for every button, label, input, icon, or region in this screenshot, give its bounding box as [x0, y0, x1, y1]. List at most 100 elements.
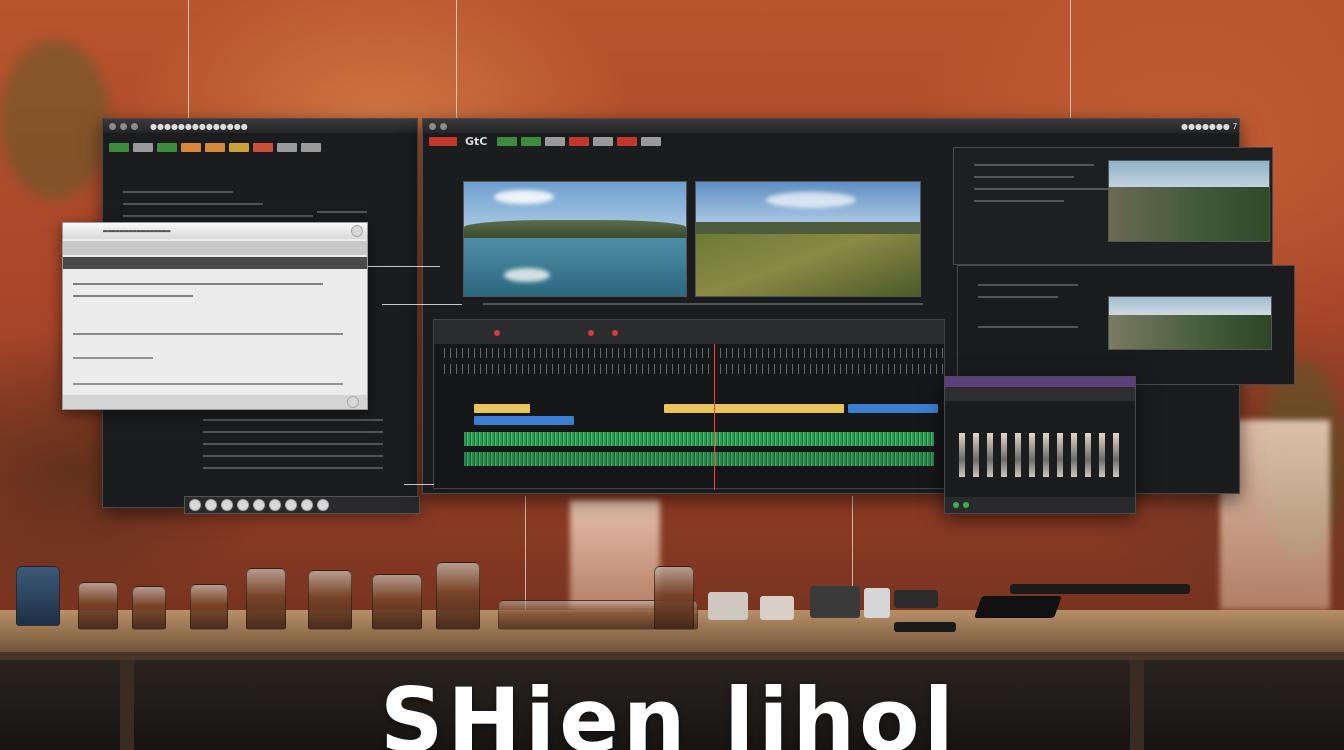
record-indicator — [612, 330, 618, 336]
floating-dialog[interactable]: ▬▬▬▬▬▬▬▬▬▬▬▬▬▬▬▬ — [62, 222, 368, 410]
channel-strip[interactable] — [1057, 433, 1063, 477]
connector-line — [382, 304, 462, 305]
secondary-viewer-panel — [953, 147, 1273, 265]
channel-strip[interactable] — [1071, 433, 1077, 477]
toolbar-button[interactable] — [617, 137, 638, 146]
channel-strip[interactable] — [1015, 433, 1021, 477]
dialog-action-button[interactable] — [347, 396, 359, 408]
video-clip[interactable] — [848, 404, 938, 413]
transport-button[interactable] — [205, 499, 217, 511]
jar — [246, 568, 286, 630]
transport-button[interactable] — [285, 499, 297, 511]
video-clip[interactable] — [664, 404, 844, 413]
toolbar-button[interactable] — [569, 137, 590, 146]
main-window-titlebar: ●●●●●●● 7 — [423, 119, 1239, 133]
channel-strip[interactable] — [973, 433, 979, 477]
toolbar-button[interactable] — [133, 143, 153, 152]
device — [894, 590, 938, 608]
window-dot-icon[interactable] — [109, 122, 116, 130]
toolbar-button[interactable] — [157, 143, 177, 152]
dialog-title: ▬▬▬▬▬▬▬▬▬▬▬▬▬▬▬▬ — [103, 227, 171, 235]
preview-viewer-right[interactable] — [695, 181, 921, 297]
timeline-ruler[interactable] — [444, 348, 944, 358]
transport-button[interactable] — [269, 499, 281, 511]
caption-row — [483, 303, 923, 305]
text-row — [203, 443, 383, 445]
dialog-close-icon[interactable] — [351, 225, 363, 237]
toolbar-button[interactable] — [205, 143, 225, 152]
channel-strip[interactable] — [1113, 433, 1119, 477]
speaker-box — [810, 586, 860, 618]
lake-water — [464, 238, 686, 296]
cloud — [504, 268, 550, 282]
toolbar-button[interactable] — [593, 137, 614, 146]
transport-button[interactable] — [237, 499, 249, 511]
toolbar-button[interactable] — [521, 137, 542, 146]
transport-button[interactable] — [301, 499, 313, 511]
channel-strip[interactable] — [1043, 433, 1049, 477]
window-dot-icon[interactable] — [440, 122, 447, 130]
window-dot-icon[interactable] — [429, 122, 436, 130]
text-row — [317, 211, 367, 213]
tablet — [973, 596, 1063, 618]
toolbar-button[interactable] — [497, 137, 518, 146]
left-window-title: ●●●●●●●●●●●●●● — [150, 121, 248, 131]
record-button[interactable] — [429, 137, 457, 146]
plant-blur-left — [0, 40, 110, 200]
tertiary-preview[interactable] — [1108, 296, 1272, 350]
main-window-toolbar: GtC — [429, 135, 665, 148]
jar — [654, 566, 694, 630]
window-dot-icon[interactable] — [120, 122, 127, 130]
timeline-ruler[interactable] — [444, 364, 944, 374]
toolbar-button[interactable] — [277, 143, 297, 152]
tertiary-viewer-panel — [957, 265, 1295, 385]
text-row — [73, 283, 323, 285]
mixer-panel — [944, 376, 1136, 514]
audio-waveform[interactable] — [464, 452, 934, 466]
toolbar-button[interactable] — [229, 143, 249, 152]
transport-button[interactable] — [189, 499, 201, 511]
desk-leg — [1130, 660, 1144, 750]
hanging-wire — [525, 496, 526, 616]
hanging-wire — [1070, 0, 1071, 120]
tablet — [1010, 584, 1190, 594]
preview-viewer-left[interactable] — [463, 181, 687, 297]
mixer-header — [945, 377, 1135, 387]
transport-button[interactable] — [253, 499, 265, 511]
mixer-toolbar — [945, 387, 1135, 401]
toolbar-button[interactable] — [181, 143, 201, 152]
channel-strip[interactable] — [1085, 433, 1091, 477]
timeline[interactable] — [433, 319, 945, 490]
jar — [16, 566, 60, 626]
toolbar-button[interactable] — [641, 137, 662, 146]
transport-button[interactable] — [317, 499, 329, 511]
secondary-preview[interactable] — [1108, 160, 1270, 242]
channel-strip[interactable] — [1099, 433, 1105, 477]
mixer-footer — [945, 497, 1135, 513]
text-row — [73, 295, 193, 297]
main-window-title: GtC — [465, 135, 488, 148]
channel-strip[interactable] — [987, 433, 993, 477]
channel-strip[interactable] — [1029, 433, 1035, 477]
text-row — [974, 200, 1064, 202]
channel-strip[interactable] — [959, 433, 965, 477]
transport-button[interactable] — [221, 499, 233, 511]
dialog-header: ▬▬▬▬▬▬▬▬▬▬▬▬▬▬▬▬ — [63, 223, 367, 239]
window-dot-icon[interactable] — [131, 122, 138, 130]
playhead[interactable] — [714, 344, 715, 490]
jar — [436, 562, 480, 630]
toolbar-button[interactable] — [301, 143, 321, 152]
box — [864, 588, 890, 618]
toolbar-button[interactable] — [109, 143, 129, 152]
hanging-wire — [456, 0, 457, 120]
channel-strip[interactable] — [1001, 433, 1007, 477]
video-clip[interactable] — [474, 404, 530, 413]
video-clip[interactable] — [474, 416, 574, 425]
dialog-toolbar — [63, 241, 367, 255]
desk-leg — [120, 660, 134, 750]
audio-waveform[interactable] — [464, 432, 934, 446]
green-indicator — [963, 502, 969, 508]
toolbar-button[interactable] — [253, 143, 273, 152]
toolbar-button[interactable] — [545, 137, 566, 146]
timeline-toolbar — [434, 320, 944, 344]
